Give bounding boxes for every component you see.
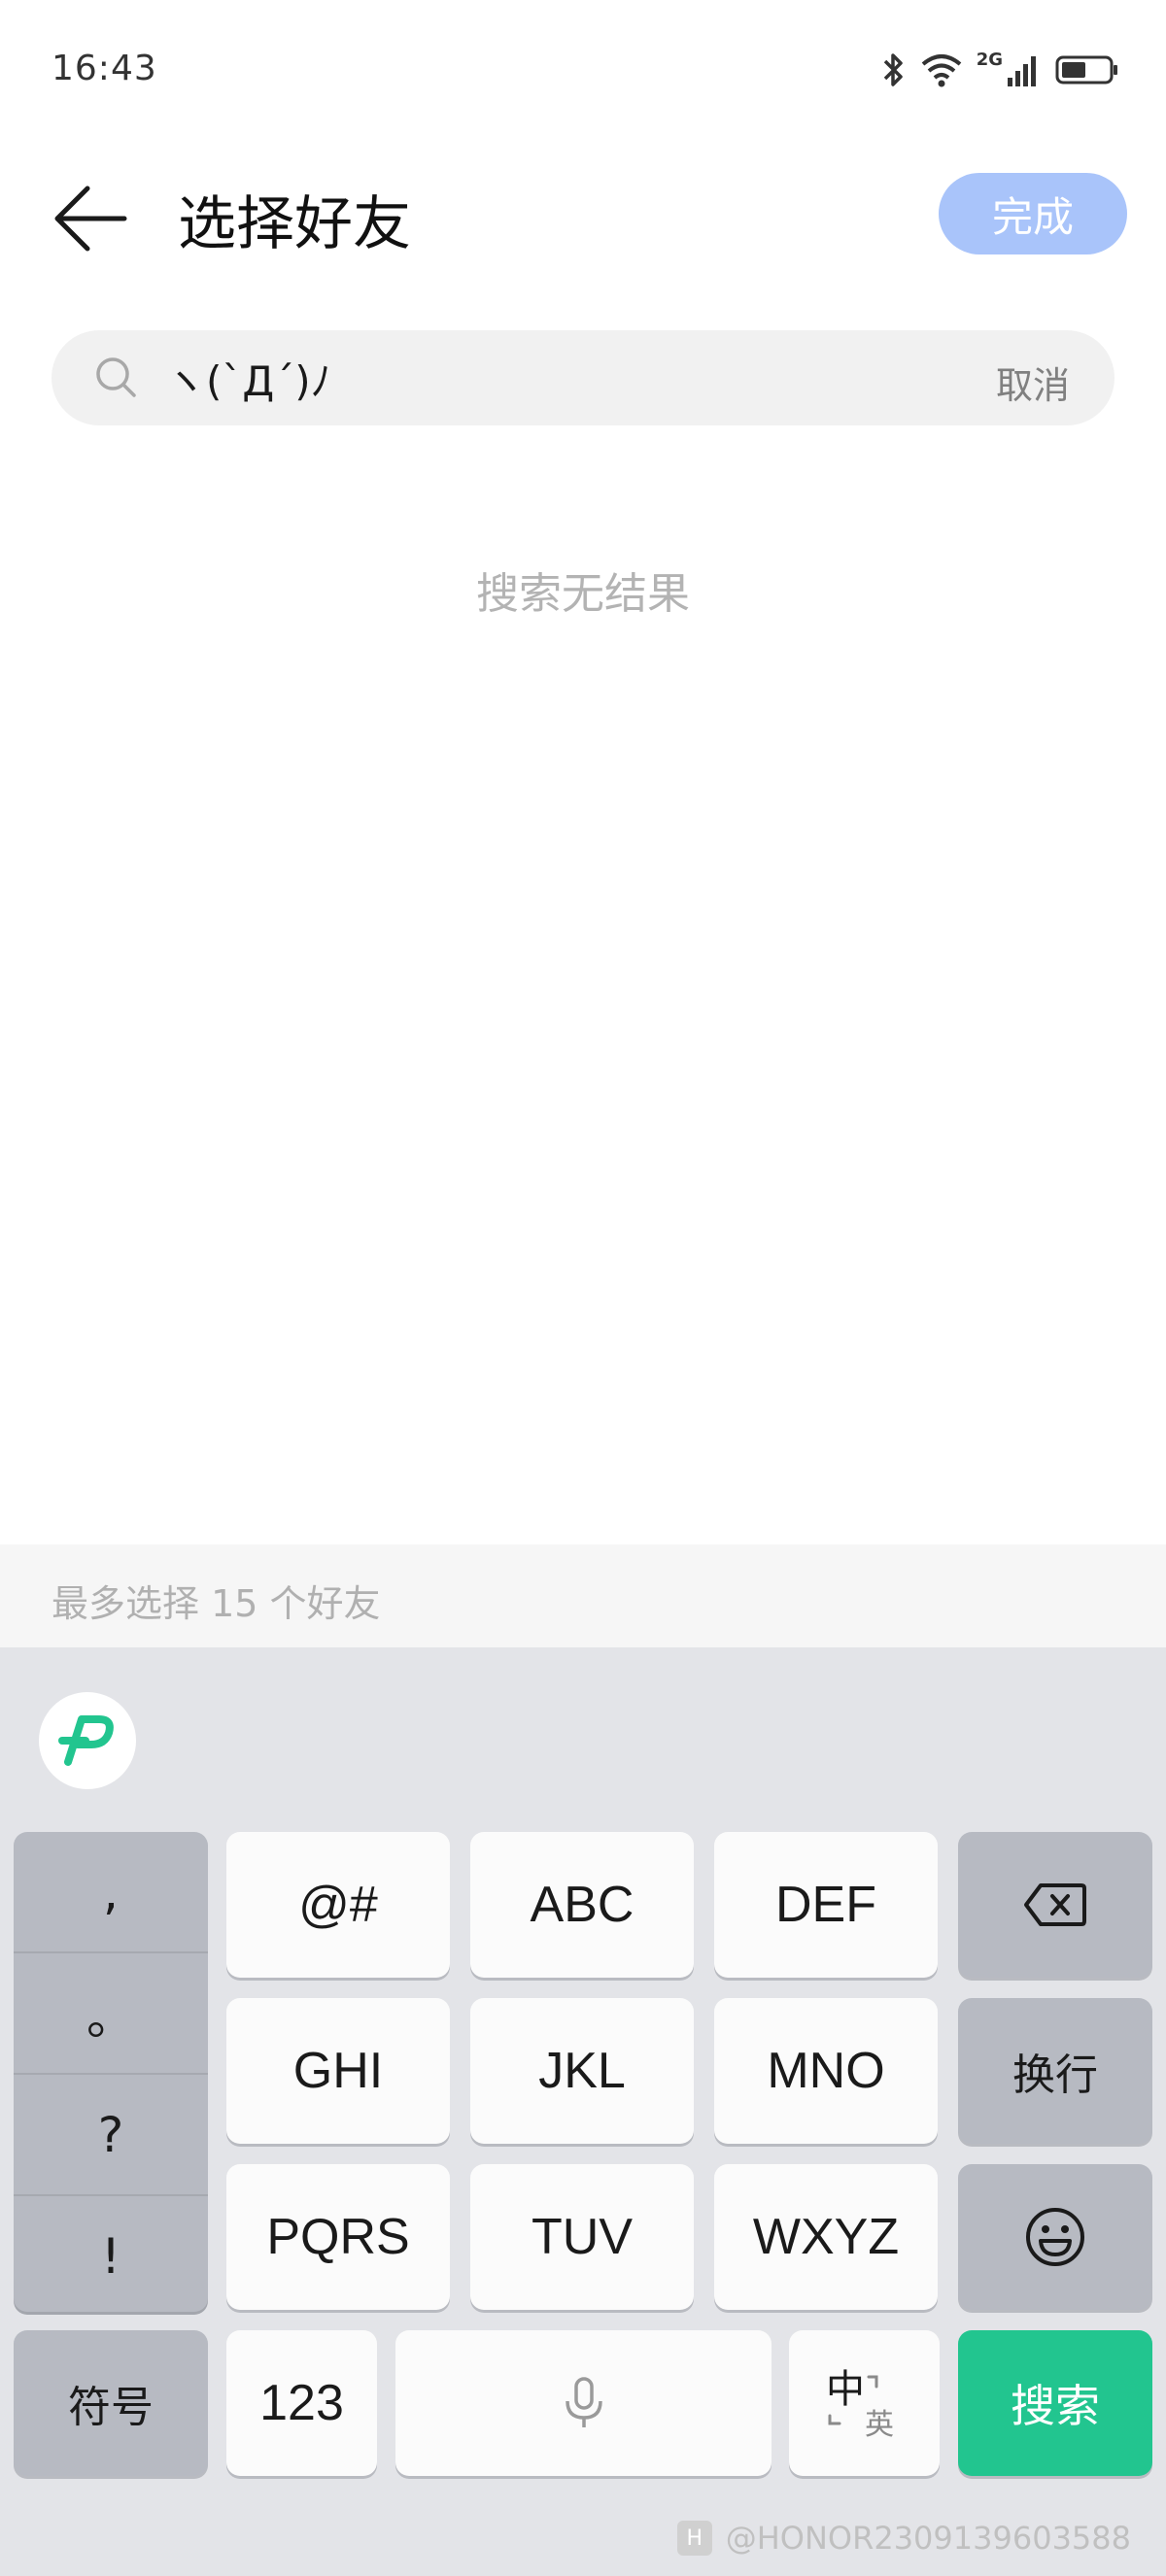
punct-key-question[interactable]: ?: [14, 2075, 208, 2194]
key-wxyz[interactable]: WXYZ: [714, 2164, 938, 2310]
status-icons: 2G: [881, 49, 1119, 89]
backspace-icon: [1024, 1883, 1086, 1926]
punct-key-exclamation[interactable]: !: [14, 2196, 208, 2312]
key-tuv[interactable]: TUV: [470, 2164, 694, 2310]
backspace-key[interactable]: [958, 1832, 1152, 1978]
key-pqrs[interactable]: PQRS: [226, 2164, 450, 2310]
page-title: 选择好友: [178, 190, 411, 258]
bluetooth-icon: [883, 53, 903, 86]
key-jkl[interactable]: JKL: [470, 1998, 694, 2144]
key-mno[interactable]: MNO: [714, 1998, 938, 2144]
honor-logo-icon: H: [676, 2521, 712, 2556]
symbols-key[interactable]: 符号: [14, 2330, 208, 2476]
emoji-icon: [1026, 2208, 1084, 2266]
status-time: 16:43: [51, 49, 157, 88]
emoji-key[interactable]: [958, 2164, 1152, 2310]
search-icon: [96, 357, 136, 397]
space-key[interactable]: [395, 2330, 772, 2476]
newline-key[interactable]: 换行: [958, 1998, 1152, 2144]
done-button[interactable]: 完成: [939, 173, 1127, 254]
back-button[interactable]: [47, 175, 134, 262]
punct-key-comma[interactable]: ,: [14, 1832, 208, 1951]
key-def[interactable]: DEF: [714, 1832, 938, 1978]
input-method-logo-icon: [58, 1715, 114, 1766]
watermark: H @HONOR2309139603588: [676, 2520, 1131, 2557]
cancel-button[interactable]: 取消: [996, 356, 1070, 409]
key-abc[interactable]: ABC: [470, 1832, 694, 1978]
key-ghi[interactable]: GHI: [226, 1998, 450, 2144]
search-input[interactable]: [165, 348, 923, 408]
empty-results-message: 搜索无结果: [476, 569, 690, 619]
punctuation-column: , 。 ? !: [14, 1832, 208, 2312]
network-type-label: 2G: [976, 49, 1003, 70]
language-switch-key[interactable]: 中 英: [789, 2330, 940, 2476]
key-symbols-at[interactable]: @#: [226, 1832, 450, 1978]
watermark-text: @HONOR2309139603588: [725, 2520, 1131, 2557]
wifi-icon: [921, 54, 961, 87]
arrow-left-icon: [54, 186, 127, 252]
microphone-icon: [565, 2377, 602, 2427]
keyboard-logo-button[interactable]: [39, 1692, 136, 1789]
selection-limit-text: 最多选择 15 个好友: [51, 1582, 381, 1625]
punct-key-period[interactable]: 。: [14, 1953, 208, 2073]
battery-icon: [1055, 55, 1117, 85]
switch-arrows-icon: [828, 2375, 878, 2425]
signal-icon: [1008, 56, 1036, 86]
numbers-key[interactable]: 123: [226, 2330, 377, 2476]
search-key[interactable]: 搜索: [958, 2330, 1152, 2476]
